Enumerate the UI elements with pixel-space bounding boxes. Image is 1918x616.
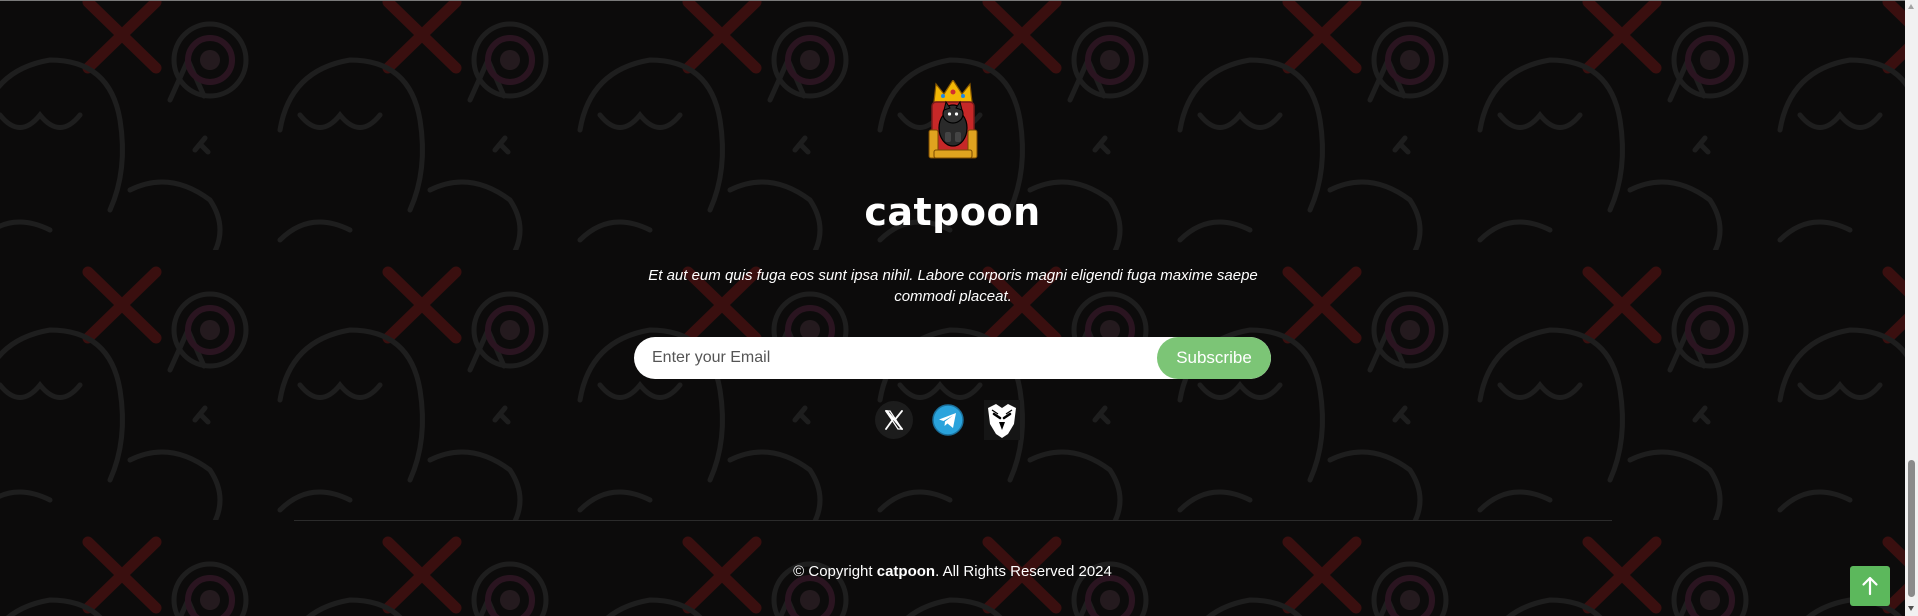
telegram-social-link[interactable] [928,400,968,440]
scroll-up-arrow-icon[interactable] [1908,4,1914,9]
copyright-suffix: . All Rights Reserved 2024 [935,563,1112,580]
email-input[interactable] [634,337,1154,379]
eagle-social-link[interactable] [982,400,1022,440]
social-links [872,400,1032,440]
subscribe-form: Subscribe [634,337,1271,379]
tagline: Et aut eum quis fuga eos sunt ipsa nihil… [648,267,1258,305]
back-to-top-button[interactable] [1850,566,1890,606]
eagle-icon [984,400,1020,440]
footer-divider [294,520,1612,521]
vertical-scrollbar[interactable] [1905,0,1918,616]
footer-page: catpoon Et aut eum quis fuga eos sunt ip… [0,0,1918,616]
scrollbar-thumb[interactable] [1908,460,1915,597]
subscribe-button[interactable]: Subscribe [1157,337,1271,379]
arrow-up-icon [1862,576,1878,596]
telegram-icon [932,404,964,436]
cat-king-logo-icon [928,80,978,159]
brand-name: catpoon [864,190,1041,234]
copyright-prefix: © Copyright [793,563,877,580]
x-icon [875,401,913,439]
scroll-down-arrow-icon[interactable] [1908,606,1914,611]
copyright-brand: catpoon [876,563,936,580]
copyright-text: © Copyright catpoon. All Rights Reserved… [0,562,1905,582]
x-social-link[interactable] [874,400,914,440]
footer: catpoon Et aut eum quis fuga eos sunt ip… [0,0,1905,616]
